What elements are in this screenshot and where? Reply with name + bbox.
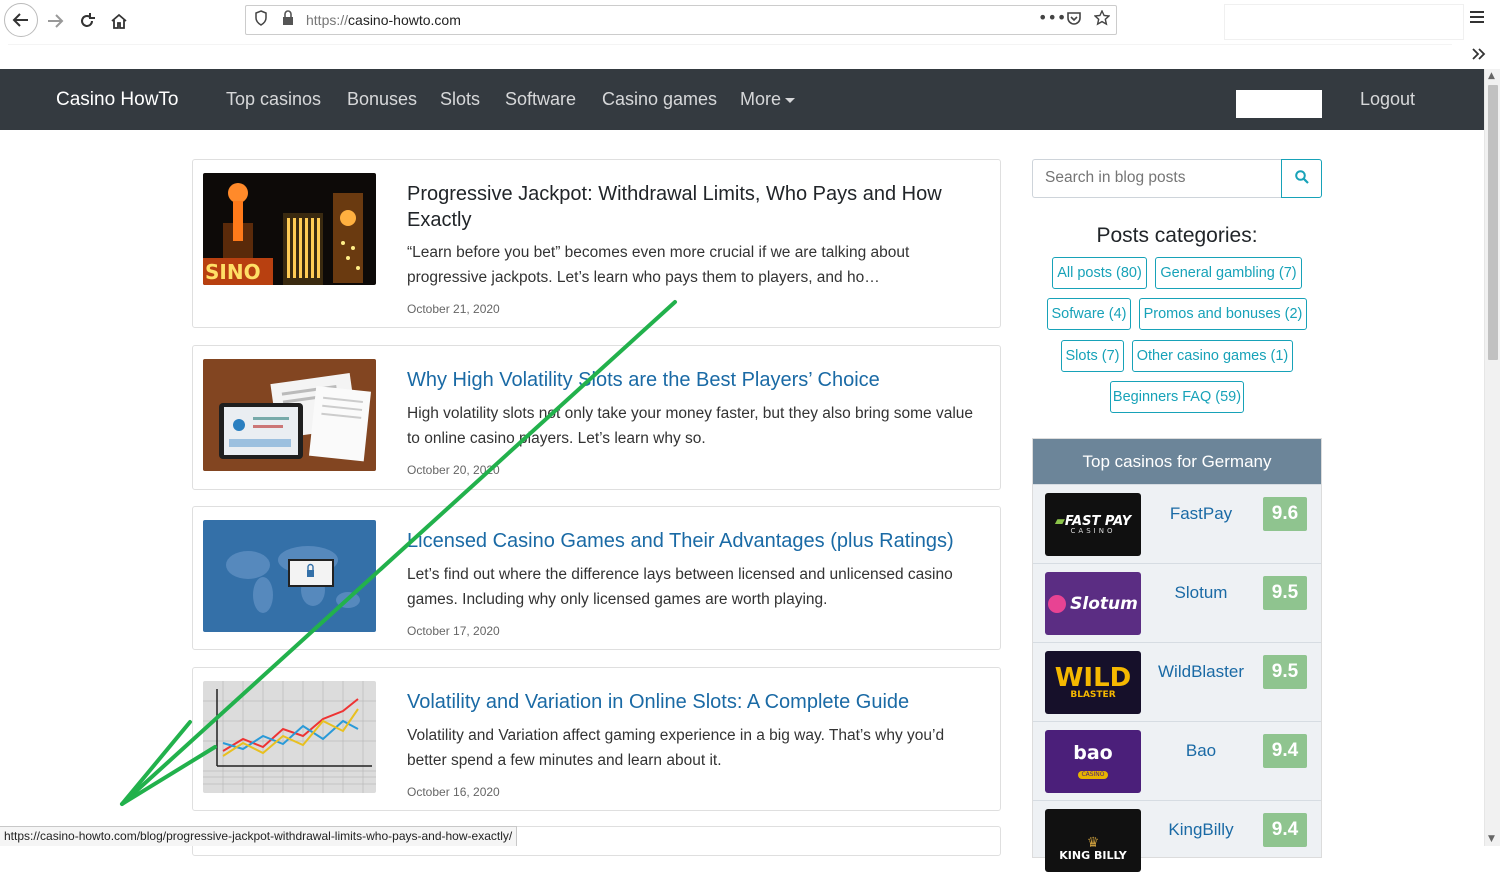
post-excerpt: Let’s find out where the difference lays… [407,566,953,608]
casino-row[interactable]: Slotum Slotum 9.5 [1033,563,1321,642]
category-software[interactable]: Sofware (4) [1047,298,1131,330]
casino-logo-text: KING BILLY [1059,849,1127,862]
home-icon[interactable] [104,6,134,36]
casino-row[interactable]: ▰FAST PAY CASINO FastPay 9.6 [1033,484,1321,563]
casino-score: 9.4 [1263,734,1307,768]
scroll-down-icon[interactable]: ▼ [1488,834,1495,844]
casino-logo-slotum[interactable]: Slotum [1045,572,1141,635]
casino-logo-kingbilly[interactable]: ♛ KING BILLY [1045,809,1141,872]
post-thumbnail[interactable] [203,681,376,793]
bookmarks-toolbar [8,44,1452,68]
nav-software[interactable]: Software [505,89,576,110]
category-slots[interactable]: Slots (7) [1061,340,1124,372]
caret-down-icon [785,97,796,103]
casino-score: 9.4 [1263,813,1307,847]
post-excerpt: “Learn before you bet” becomes even more… [407,244,910,286]
post-excerpt: High volatility slots not only take your… [407,405,974,447]
category-general-gambling[interactable]: General gambling (7) [1155,257,1302,289]
nav-top-casinos[interactable]: Top casinos [226,89,321,110]
casino-score: 9.6 [1263,497,1307,531]
nav-casino-games[interactable]: Casino games [602,89,717,110]
category-promos-bonuses[interactable]: Promos and bonuses (2) [1139,298,1307,330]
reload-icon[interactable] [72,6,102,36]
logout-link[interactable]: Logout [1360,89,1415,110]
page-scrollbar[interactable]: ▲ ▼ [1484,69,1500,846]
status-bar-url: https://casino-howto.com/blog/progressiv… [0,826,518,846]
casino-logo-fastpay[interactable]: ▰FAST PAY CASINO [1045,493,1141,556]
post-date: October 16, 2020 [407,785,500,799]
chevron-double-right-icon[interactable] [1471,42,1487,66]
post-date: October 21, 2020 [407,302,500,316]
casino-logo-text: Slotum [1070,593,1138,614]
casino-logo-subtext: CASINO [1070,526,1116,535]
nav-more-dropdown[interactable]: More [740,89,796,110]
search-button[interactable] [1281,159,1322,198]
post-title[interactable]: Why High Volatility Slots are the Best P… [407,367,982,393]
site-brand[interactable]: Casino HowTo [56,89,179,111]
forward-icon[interactable] [40,6,70,36]
scrollbar-thumb[interactable] [1488,85,1498,360]
post-thumbnail[interactable] [203,359,376,471]
category-other-casino-games[interactable]: Other casino games (1) [1132,340,1293,372]
post-title[interactable]: Licensed Casino Games and Their Advantag… [407,528,982,554]
lock-icon[interactable] [282,10,294,30]
top-casinos-panel: Top casinos for Germany ▰FAST PAY CASINO… [1032,438,1322,872]
casino-row[interactable]: WILD BLASTER WildBlaster 9.5 [1033,642,1321,721]
site-navbar: Casino HowTo Top casinos Bonuses Slots S… [0,69,1484,130]
url-scheme: https:// [306,12,349,28]
post-card[interactable]: Why High Volatility Slots are the Best P… [192,345,1001,490]
address-bar[interactable]: https://casino-howto.com ••• [245,5,1117,35]
post-date: October 17, 2020 [407,624,500,638]
navbar-blank-box [1236,90,1322,118]
nav-more-label: More [740,89,782,109]
post-date: October 20, 2020 [407,463,500,477]
back-icon[interactable] [4,3,38,37]
casino-logo-text: WILD [1054,663,1132,693]
svg-text:SINO: SINO [205,260,261,284]
search-input[interactable] [1045,169,1275,187]
casino-logo-text: bao [1073,742,1113,764]
category-beginners-faq[interactable]: Beginners FAQ (59) [1110,381,1244,413]
casino-name[interactable]: KingBilly [1153,820,1249,840]
shield-icon[interactable] [254,10,268,30]
category-all-posts[interactable]: All posts (80) [1052,257,1147,289]
post-title[interactable]: Volatility and Variation in Online Slots… [407,689,982,715]
crown-icon: ♛ [1086,835,1100,851]
blog-search-field[interactable] [1032,159,1282,198]
post-title[interactable]: Progressive Jackpot: Withdrawal Limits, … [407,181,982,233]
post-card[interactable]: SINO Progressive Jackpot: Withdrawal Lim… [192,159,1001,328]
scroll-up-icon[interactable]: ▲ [1488,71,1495,81]
casino-name[interactable]: Slotum [1153,583,1249,603]
nav-bonuses[interactable]: Bonuses [347,89,417,110]
browser-toolbar: https://casino-howto.com ••• [0,0,1500,69]
search-icon [1294,169,1309,188]
post-card[interactable]: Licensed Casino Games and Their Advantag… [192,506,1001,650]
casino-row[interactable]: ♛ KING BILLY KingBilly 9.4 [1033,800,1321,879]
page-actions-icon[interactable]: ••• [1038,8,1066,27]
casino-name[interactable]: WildBlaster [1153,662,1249,682]
casino-logo-wildblaster[interactable]: WILD BLASTER [1045,651,1141,714]
post-excerpt: Volatility and Variation affect gaming e… [407,727,945,769]
toolbar-blank-area [1224,4,1464,40]
casino-row[interactable]: bao CASINO Bao 9.4 [1033,721,1321,800]
url-text[interactable]: https://casino-howto.com [306,12,461,28]
casino-score: 9.5 [1263,576,1307,610]
url-host: casino-howto.com [348,12,461,28]
top-casinos-heading: Top casinos for Germany [1033,439,1321,484]
bookmark-star-icon[interactable] [1093,9,1111,30]
casino-name[interactable]: Bao [1153,741,1249,761]
casino-name[interactable]: FastPay [1153,504,1249,524]
casino-logo-subtext: CASINO [1078,771,1108,779]
casino-logo-bao[interactable]: bao CASINO [1045,730,1141,793]
casino-score: 9.5 [1263,655,1307,689]
post-thumbnail[interactable] [203,520,376,632]
post-thumbnail[interactable]: SINO [203,173,376,285]
nav-slots[interactable]: Slots [440,89,480,110]
post-card[interactable]: Volatility and Variation in Online Slots… [192,667,1001,811]
menu-icon[interactable] [1470,8,1484,29]
categories-heading: Posts categories: [1096,224,1258,247]
pocket-icon[interactable] [1066,10,1082,30]
